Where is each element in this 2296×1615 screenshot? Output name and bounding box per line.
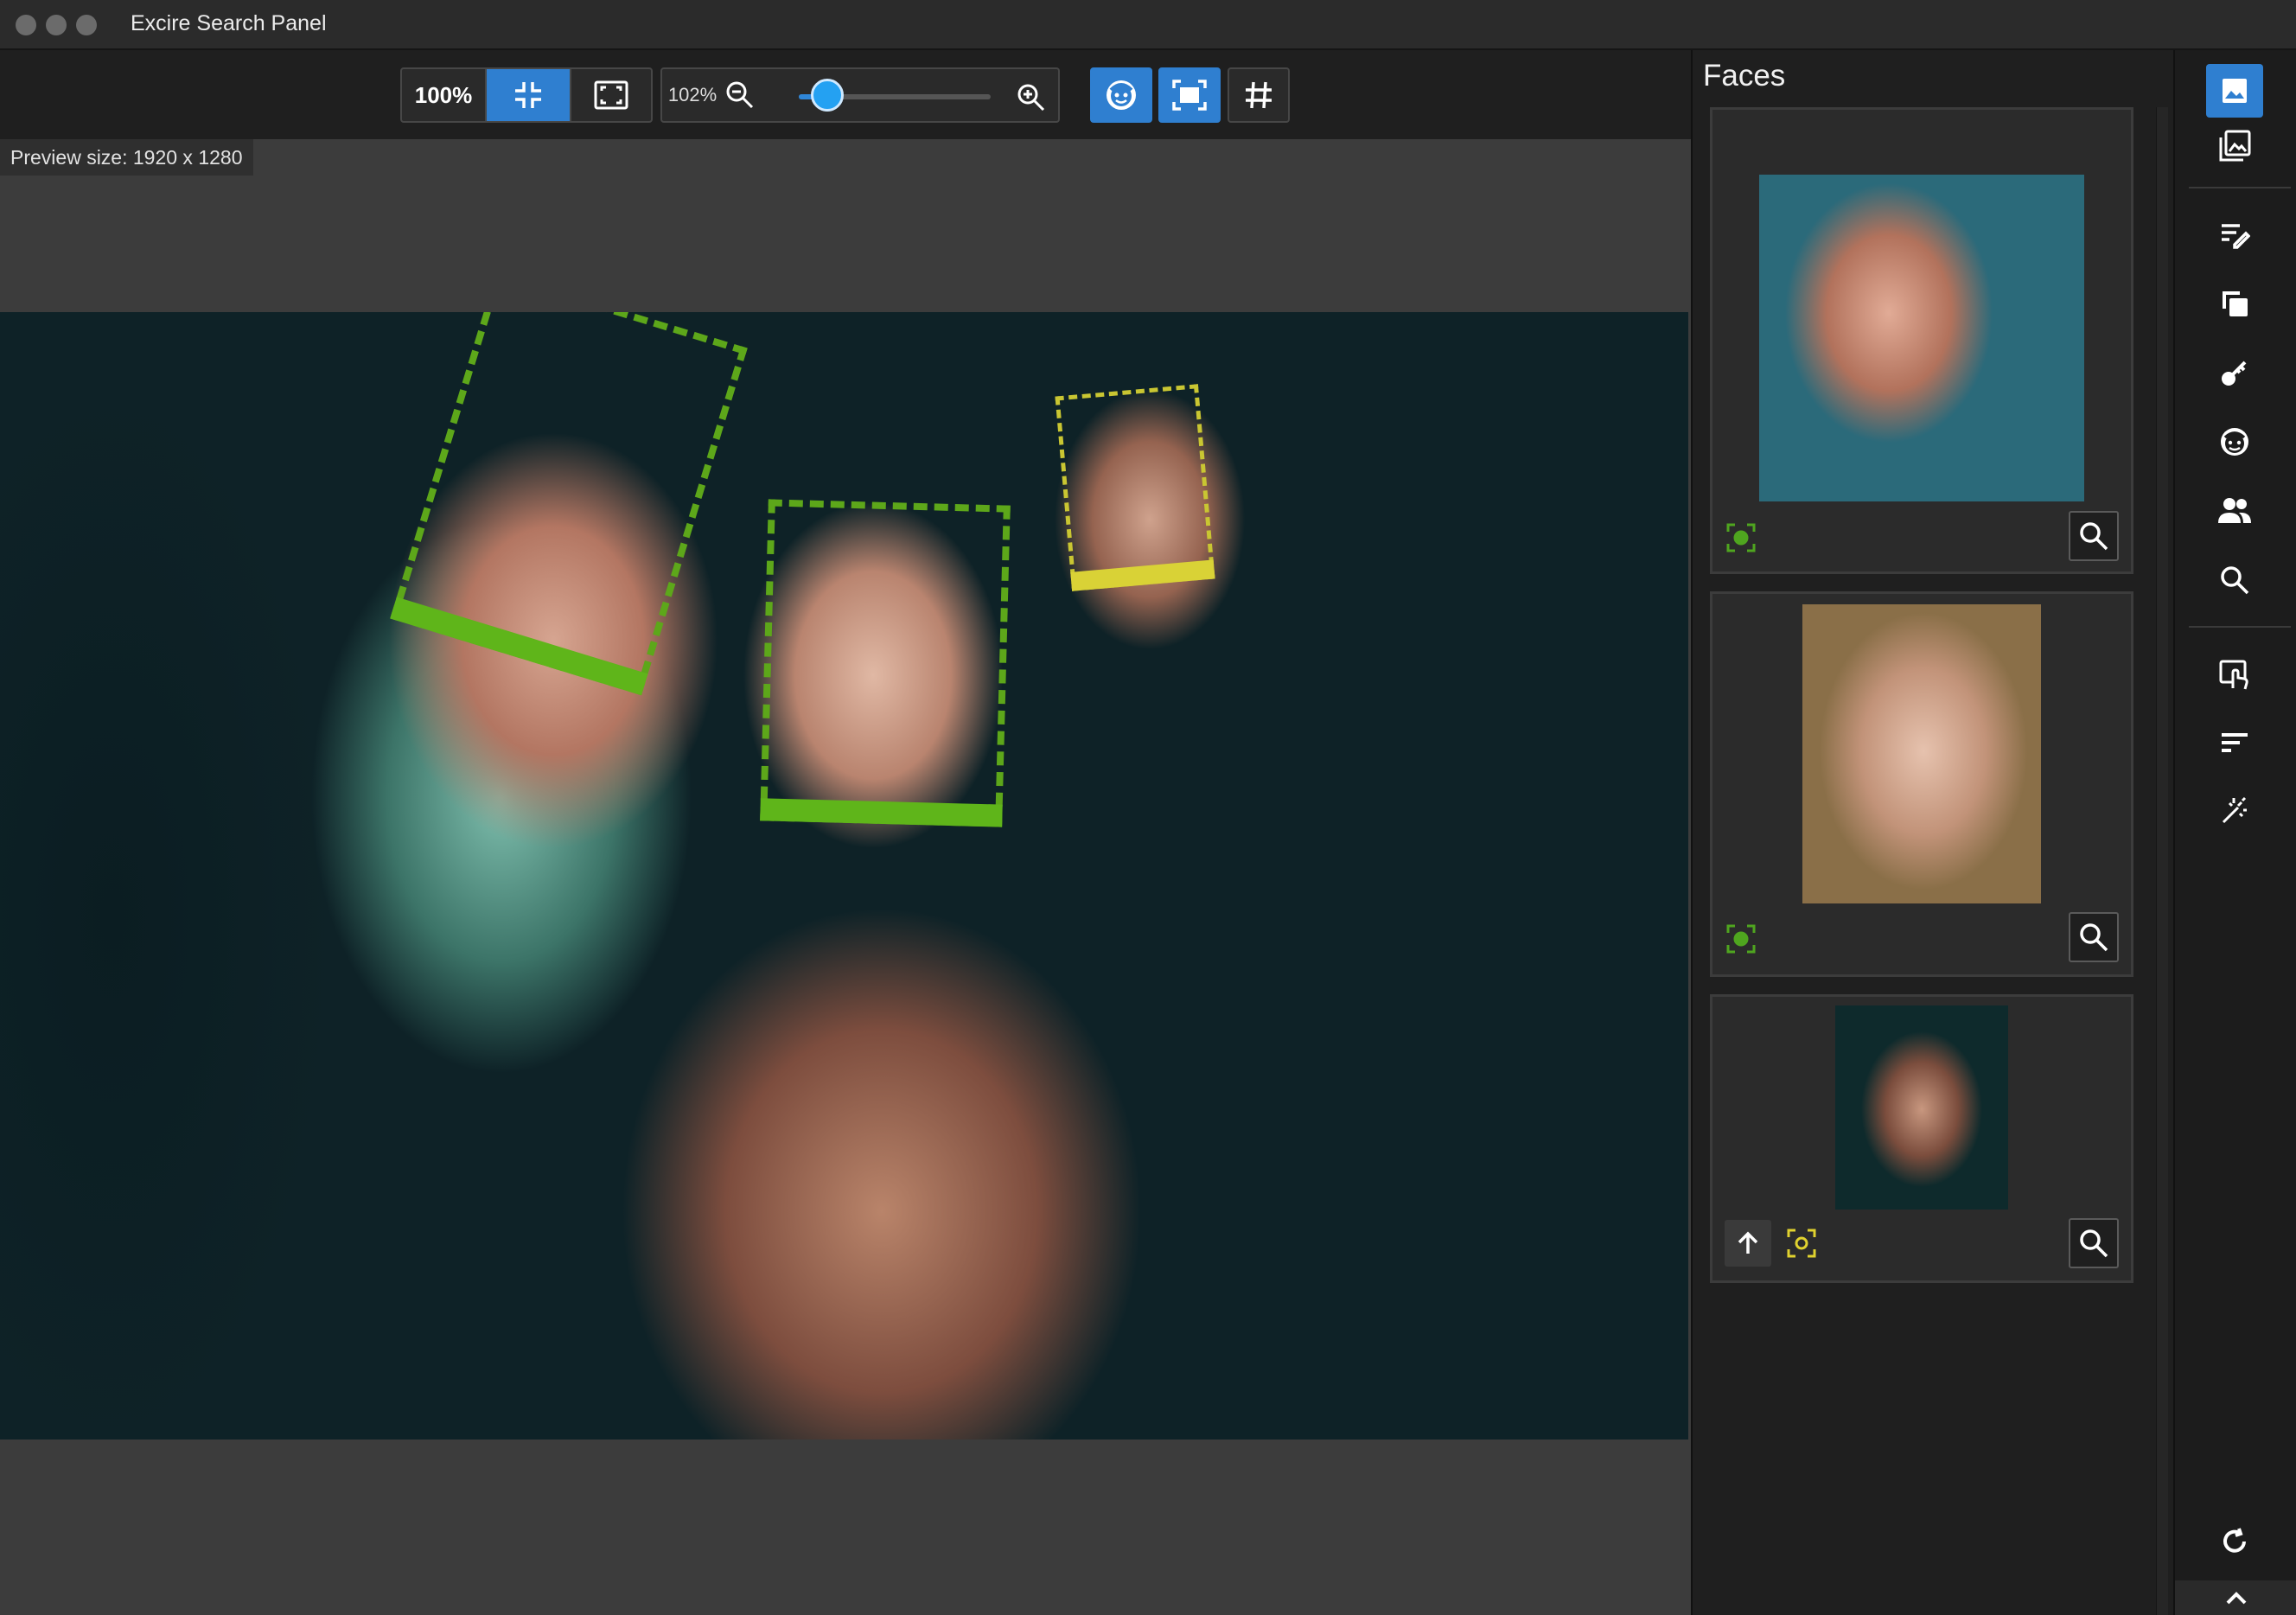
fit-frame-button[interactable] (571, 69, 651, 121)
image-viewer[interactable]: Preview size: 1920 x 1280 (0, 139, 1691, 1615)
zoom-mode-group: 100% (400, 67, 653, 123)
arrow-up-icon (1738, 1231, 1758, 1254)
search-icon (2080, 923, 2108, 952)
face-box-1-bar (390, 597, 648, 696)
face-box-2-bar (760, 798, 1003, 827)
focus-frame-icon (1172, 80, 1207, 111)
rail-face[interactable] (2206, 415, 2263, 469)
viewer-toolbar: 100% 102% (0, 50, 1691, 139)
zoom-value: 102% (667, 84, 718, 105)
search-icon (2221, 566, 2249, 595)
rail-keyword[interactable] (2206, 346, 2263, 399)
face-icon (2221, 428, 2248, 456)
face-confirm-up-button[interactable] (1725, 1220, 1771, 1267)
grid-icon (1246, 81, 1272, 109)
grid-overlay-button[interactable] (1228, 67, 1290, 123)
face-status-2[interactable] (1726, 924, 1756, 954)
face-detect-button[interactable] (1090, 67, 1152, 123)
face-detect-icon (1107, 80, 1136, 110)
rail-image-stack[interactable] (2206, 119, 2263, 173)
face-thumbnail-2[interactable] (1802, 604, 2041, 903)
shrink-icon (515, 82, 541, 108)
face-search-button-1[interactable] (2069, 511, 2119, 561)
rail-people[interactable] (2206, 484, 2263, 538)
rail-sort[interactable] (2206, 716, 2263, 769)
rail-separator-1 (2189, 187, 2291, 188)
face-box-2[interactable] (760, 499, 1011, 827)
rail-collapse-button[interactable] (2175, 1580, 2296, 1615)
zoom-in-button[interactable] (1013, 80, 1049, 116)
window-close-button[interactable] (16, 15, 36, 35)
face-card-2[interactable] (1710, 591, 2133, 977)
edit-list-icon (2222, 224, 2250, 249)
shrink-to-fit-button[interactable] (487, 69, 571, 121)
preview-size-label: Preview size: 1920 x 1280 (0, 139, 253, 176)
face-box-3[interactable] (1055, 384, 1215, 591)
window-titlebar: Excire Search Panel (0, 0, 2296, 50)
face-thumbnail-1[interactable] (1759, 175, 2084, 501)
zoom-100-label: 100% (414, 81, 473, 108)
window-minimize-button[interactable] (46, 15, 67, 35)
face-search-button-2[interactable] (2069, 912, 2119, 962)
window-title: Excire Search Panel (131, 11, 327, 35)
rail-separator-2 (2189, 626, 2291, 628)
sort-icon (2222, 733, 2248, 752)
tool-rail (2173, 50, 2296, 1615)
faces-title: Faces (1703, 59, 1786, 93)
magic-icon (2222, 796, 2247, 824)
single-image-icon (2223, 79, 2247, 103)
rail-search[interactable] (2206, 553, 2263, 607)
face-box-3-bar (1070, 559, 1215, 591)
zoom-in-icon (1017, 84, 1045, 112)
refresh-icon (2223, 1528, 2246, 1553)
focus-frame-button[interactable] (1158, 67, 1221, 123)
zoom-out-button[interactable] (723, 69, 757, 121)
faces-panel: Faces (1691, 50, 2173, 1615)
fit-frame-icon (594, 80, 628, 110)
rail-edit-list[interactable] (2206, 207, 2263, 261)
search-icon (2080, 522, 2108, 551)
face-target-yellow-icon (1787, 1229, 1816, 1258)
face-status-1[interactable] (1726, 523, 1756, 552)
face-thumbnail-3[interactable] (1835, 1005, 2008, 1210)
rail-refresh[interactable] (2206, 1515, 2263, 1568)
keyword-icon (2222, 361, 2247, 386)
chevron-up-icon (2226, 1592, 2247, 1605)
zoom-out-icon (726, 81, 754, 109)
face-card-3[interactable] (1710, 994, 2133, 1283)
duplicates-icon (2223, 291, 2248, 316)
search-icon (2080, 1229, 2108, 1258)
face-search-button-3[interactable] (2069, 1218, 2119, 1268)
rail-magic[interactable] (2206, 783, 2263, 837)
people-icon (2218, 498, 2251, 523)
face-card-1[interactable] (1710, 107, 2133, 574)
face-box-1[interactable] (390, 312, 748, 696)
image-stack-icon (2219, 130, 2251, 162)
touch-select-icon (2219, 660, 2248, 690)
rail-duplicates[interactable] (2206, 277, 2263, 330)
preview-photo[interactable] (0, 312, 1688, 1439)
faces-panel-scrollbar[interactable] (2156, 107, 2168, 1615)
face-target-green-icon (1726, 523, 1756, 552)
rail-single-image[interactable] (2206, 64, 2263, 118)
window-zoom-button[interactable] (76, 15, 97, 35)
zoom-100-button[interactable]: 100% (402, 69, 487, 121)
face-target-green-icon (1726, 924, 1756, 954)
face-status-3[interactable] (1787, 1229, 1816, 1258)
rail-touch-select[interactable] (2206, 648, 2263, 702)
